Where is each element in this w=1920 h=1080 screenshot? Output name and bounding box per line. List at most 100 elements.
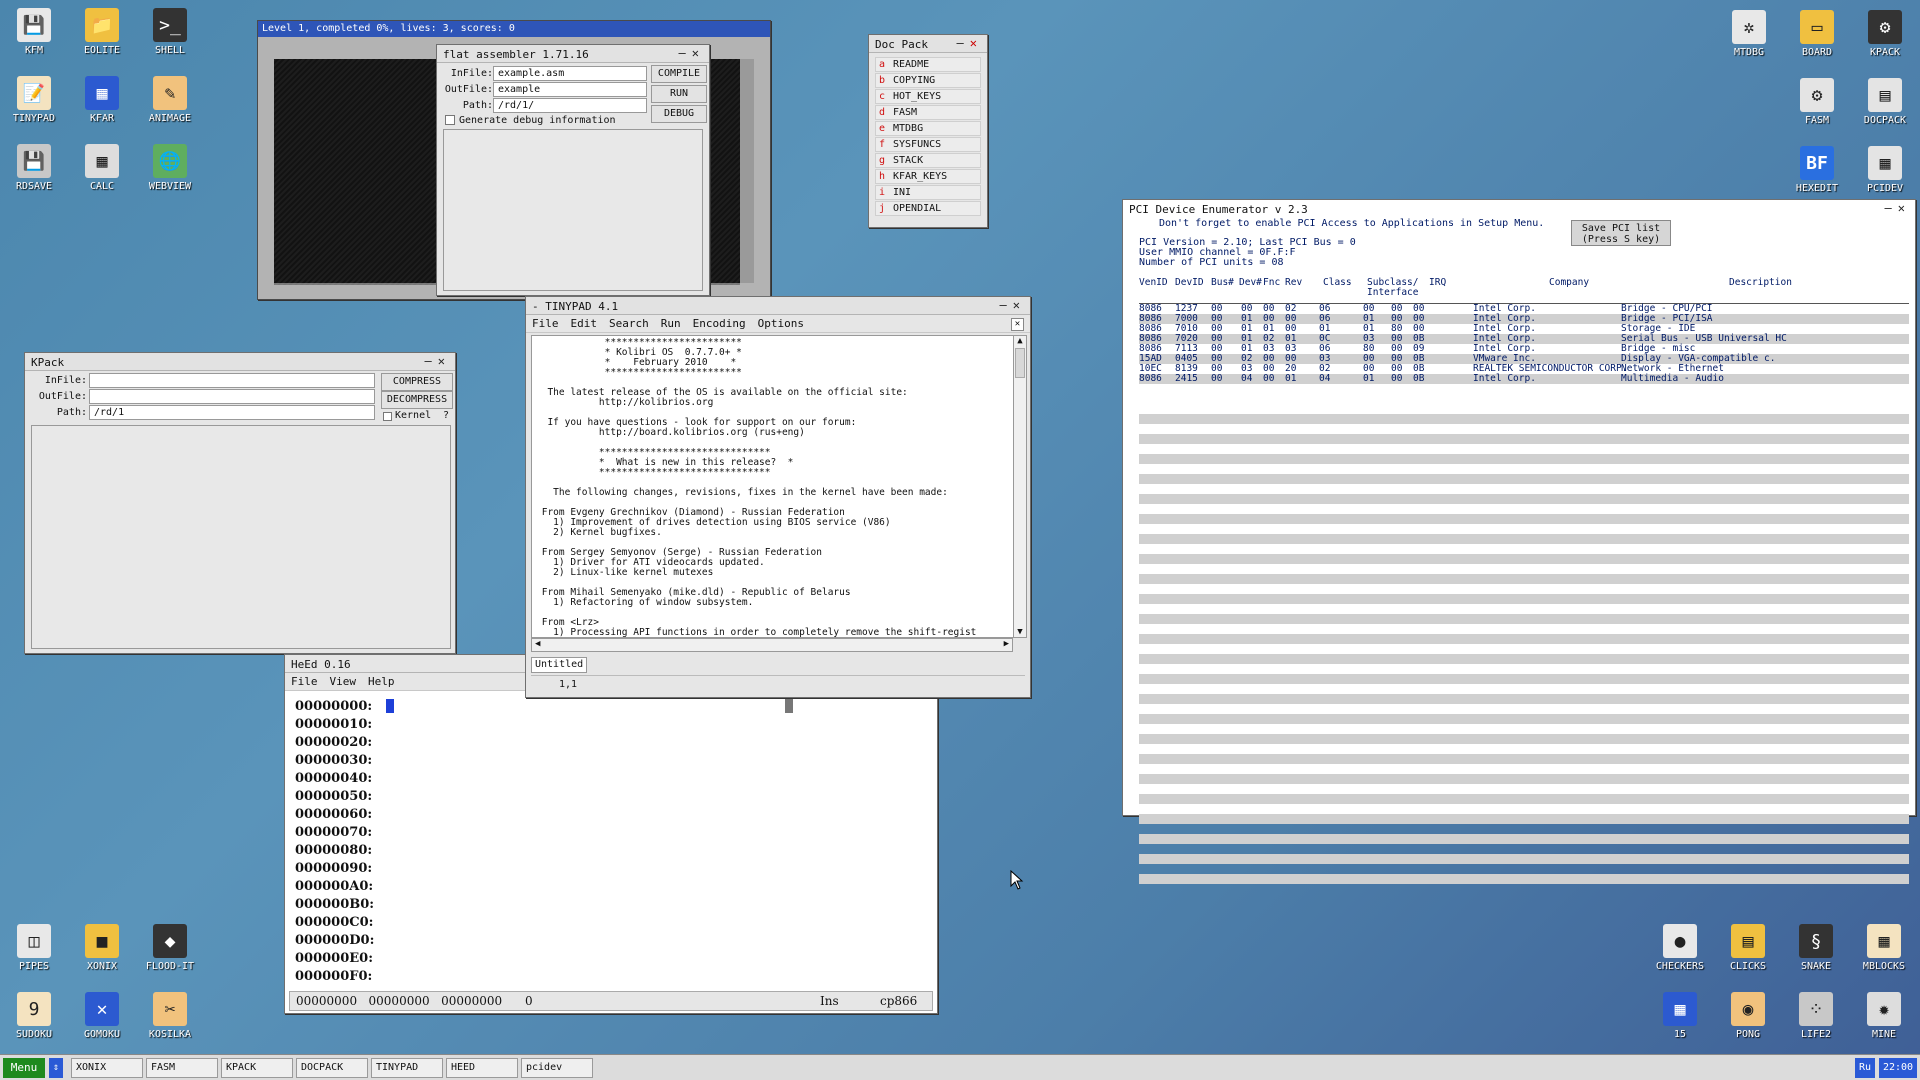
- desktop-icon-webview[interactable]: 🌐 WEBVIEW: [139, 144, 201, 192]
- fasm-window[interactable]: flat assembler 1.71.16 –✕ InFile: example…: [436, 44, 710, 296]
- docpack-window[interactable]: Doc Pack –✕ a README b COPYING c HOT_KEYS d FASM…: [868, 34, 988, 228]
- window-controls[interactable]: –✕: [679, 46, 705, 60]
- compile-button[interactable]: COMPILE: [651, 65, 707, 83]
- kpack-window[interactable]: KPack –✕ InFile: OutFile: Path: /rd/1 COM…: [24, 352, 456, 654]
- desktop-icon-docpack[interactable]: ▤ DOCPACK: [1854, 78, 1916, 126]
- window-controls[interactable]: –✕: [957, 36, 983, 50]
- desktop-icon-mtdbg[interactable]: ✲ MTDBG: [1718, 10, 1780, 58]
- desktop-icon-board[interactable]: ▭ BOARD: [1786, 10, 1848, 58]
- pcidev-titlebar[interactable]: PCI Device Enumerator v 2.3 –✕: [1123, 200, 1915, 218]
- desktop-icon-kfar[interactable]: ▦ KFAR: [71, 76, 133, 124]
- window-controls[interactable]: –✕: [1000, 298, 1026, 312]
- help-button[interactable]: ?: [443, 410, 449, 421]
- doc-item-ini[interactable]: i INI: [875, 185, 981, 200]
- kpack-titlebar[interactable]: KPack –✕: [25, 353, 455, 371]
- task-button-kpack[interactable]: KPACK: [221, 1058, 293, 1078]
- menu-edit[interactable]: Edit: [571, 317, 598, 330]
- path-field[interactable]: /rd/1/: [493, 98, 647, 113]
- hex-row[interactable]: 00000000:: [295, 698, 374, 716]
- desktop-icon-rdsave[interactable]: 💾 RDSAVE: [3, 144, 65, 192]
- editor-text[interactable]: ************************ * Kolibri OS 0.…: [532, 336, 1018, 638]
- menu-file[interactable]: File: [532, 317, 559, 330]
- desktop-icon-checkers[interactable]: ● CHECKERS: [1649, 924, 1711, 972]
- scroll-up-icon[interactable]: ▲: [1014, 336, 1026, 346]
- window-controls[interactable]: –✕: [1885, 201, 1911, 215]
- doc-item-kfar-keys[interactable]: h KFAR_KEYS: [875, 169, 981, 184]
- desktop-icon-animage[interactable]: ✎ ANIMAGE: [139, 76, 201, 124]
- doc-item-sysfuncs[interactable]: f SYSFUNCS: [875, 137, 981, 152]
- outfile-field[interactable]: [89, 389, 375, 404]
- hex-row[interactable]: 00000090:: [295, 860, 374, 878]
- docpack-titlebar[interactable]: Doc Pack –✕: [869, 35, 987, 53]
- hex-row[interactable]: 000000E0:: [295, 950, 374, 968]
- hex-row[interactable]: 00000030:: [295, 752, 374, 770]
- desktop-icon-life2[interactable]: ⁘ LIFE2: [1785, 992, 1847, 1040]
- desktop-icon-tinypad[interactable]: 📝 TINYPAD: [3, 76, 65, 124]
- window-controls[interactable]: –✕: [425, 354, 451, 368]
- debug-button[interactable]: DEBUG: [651, 105, 707, 123]
- menu-view[interactable]: View: [330, 675, 357, 688]
- heed-window[interactable]: HeEd 0.16 File View Help 00000000: 00000010…: [284, 654, 938, 1014]
- infile-field[interactable]: [89, 373, 375, 388]
- hex-row[interactable]: 000000B0:: [295, 896, 374, 914]
- task-button-docpack[interactable]: DOCPACK: [296, 1058, 368, 1078]
- hex-row[interactable]: 00000080:: [295, 842, 374, 860]
- pcidev-window[interactable]: PCI Device Enumerator v 2.3 –✕ Don't forg…: [1122, 199, 1916, 884]
- hex-row[interactable]: 00000010:: [295, 716, 374, 734]
- hex-row[interactable]: 000000C0:: [295, 914, 374, 932]
- desktop-icon-kfm[interactable]: 💾 KFM: [3, 8, 65, 56]
- hex-row[interactable]: 000000A0:: [295, 878, 374, 896]
- switch-arrow-icon[interactable]: ⇕: [49, 1058, 63, 1078]
- task-button-heed[interactable]: HEED: [446, 1058, 518, 1078]
- desktop-icon-eolite[interactable]: 📁 EOLITE: [71, 8, 133, 56]
- menu-button[interactable]: Menu: [3, 1058, 45, 1078]
- vertical-scrollbar[interactable]: ▲ ▼: [1013, 335, 1027, 638]
- desktop-icon-mblocks[interactable]: ▦ MBLOCKS: [1853, 924, 1915, 972]
- doc-item-hot-keys[interactable]: c HOT_KEYS: [875, 89, 981, 104]
- desktop-icon-xonix[interactable]: ■ XONIX: [71, 924, 133, 972]
- scroll-left-icon[interactable]: ◀: [535, 639, 540, 649]
- doc-item-opendial[interactable]: j OPENDIAL: [875, 201, 981, 216]
- desktop-icon-15[interactable]: ▦ 15: [1649, 992, 1711, 1040]
- desktop-icon-clicks[interactable]: ▤ CLICKS: [1717, 924, 1779, 972]
- desktop-icon-pipes[interactable]: ◫ PIPES: [3, 924, 65, 972]
- close-tab-button[interactable]: ✕: [1011, 318, 1024, 331]
- compress-button[interactable]: COMPRESS: [381, 373, 453, 391]
- save-pci-list-button[interactable]: Save PCI list (Press S key): [1571, 220, 1671, 246]
- fasm-titlebar[interactable]: flat assembler 1.71.16 –✕: [437, 45, 709, 63]
- desktop-icon-flood-it[interactable]: ◆ FLOOD-IT: [139, 924, 201, 972]
- desktop-icon-pcidev[interactable]: ▦ PCIDEV: [1854, 146, 1916, 194]
- kernel-checkbox[interactable]: [383, 412, 392, 421]
- outfile-field[interactable]: example: [493, 82, 647, 97]
- hex-row[interactable]: 000000F0:: [295, 968, 374, 986]
- doc-item-mtdbg[interactable]: e MTDBG: [875, 121, 981, 136]
- decompress-button[interactable]: DECOMPRESS: [381, 391, 453, 409]
- desktop-icon-calc[interactable]: ▦ CALC: [71, 144, 133, 192]
- hex-row[interactable]: 00000020:: [295, 734, 374, 752]
- desktop-icon-mine[interactable]: ✹ MINE: [1853, 992, 1915, 1040]
- tinypad-titlebar[interactable]: - TINYPAD 4.1 –✕: [526, 297, 1030, 315]
- desktop-icon-pong[interactable]: ◉ PONG: [1717, 992, 1779, 1040]
- editor-area[interactable]: ************************ * Kolibri OS 0.…: [531, 335, 1019, 638]
- desktop-icon-fasm[interactable]: ⚙ FASM: [1786, 78, 1848, 126]
- tab-untitled[interactable]: Untitled: [531, 657, 587, 673]
- hex-row[interactable]: 00000050:: [295, 788, 374, 806]
- doc-item-copying[interactable]: b COPYING: [875, 73, 981, 88]
- menu-run[interactable]: Run: [661, 317, 681, 330]
- desktop-icon-gomoku[interactable]: ✕ GOMOKU: [71, 992, 133, 1040]
- desktop-icon-hexedit[interactable]: BF HEXEDIT: [1786, 146, 1848, 194]
- infile-field[interactable]: example.asm: [493, 66, 647, 81]
- desktop-icon-sudoku[interactable]: 9 SUDOKU: [3, 992, 65, 1040]
- hex-row[interactable]: 00000070:: [295, 824, 374, 842]
- debug-info-checkbox[interactable]: [445, 115, 455, 125]
- tinypad-window[interactable]: - TINYPAD 4.1 –✕ File Edit Search Run Encodin…: [525, 296, 1031, 698]
- path-field[interactable]: /rd/1: [89, 405, 375, 420]
- menu-encoding[interactable]: Encoding: [693, 317, 746, 330]
- doc-item-fasm[interactable]: d FASM: [875, 105, 981, 120]
- horizontal-scrollbar[interactable]: ◀ ▶: [531, 638, 1013, 652]
- doc-item-readme[interactable]: a README: [875, 57, 981, 72]
- task-button-pcidev[interactable]: pcidev: [521, 1058, 593, 1078]
- hex-scroll-thumb[interactable]: [785, 699, 793, 713]
- clock[interactable]: 22:00: [1879, 1058, 1917, 1078]
- language-indicator[interactable]: Ru: [1855, 1058, 1875, 1078]
